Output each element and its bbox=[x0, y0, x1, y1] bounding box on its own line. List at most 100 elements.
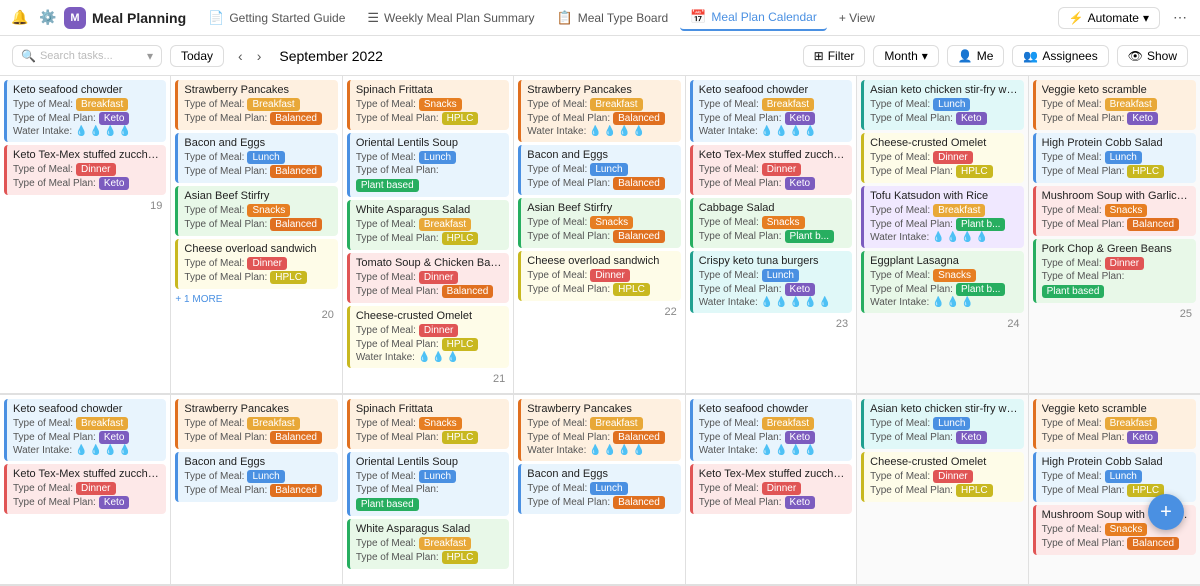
meal-title: Keto seafood chowder bbox=[13, 84, 160, 96]
tab-meal-plan-calendar[interactable]: 📅 Meal Plan Calendar bbox=[680, 5, 827, 31]
calendar-day-cell[interactable]: Strawberry Pancakes Type of Meal: Breakf… bbox=[514, 395, 685, 585]
meal-card[interactable]: Asian keto chicken stir-fry with bro. Ty… bbox=[861, 80, 1023, 130]
meal-card[interactable]: Cheese-crusted Omelet Type of Meal: Dinn… bbox=[861, 452, 1023, 502]
prev-arrow-button[interactable]: ‹ bbox=[232, 46, 249, 66]
meal-card[interactable]: White Asparagus Salad Type of Meal: Brea… bbox=[347, 519, 509, 569]
calendar-day-cell[interactable]: Keto seafood chowder Type of Meal: Break… bbox=[0, 76, 171, 394]
meal-card[interactable]: Cheese-crusted Omelet Type of Meal: Dinn… bbox=[861, 133, 1023, 183]
tab-weekly-summary[interactable]: ☰ Weekly Meal Plan Summary bbox=[357, 6, 544, 30]
meal-plan-badge: Balanced bbox=[270, 484, 322, 497]
meal-card[interactable]: Crispy keto tuna burgers Type of Meal: L… bbox=[690, 251, 852, 313]
meal-card[interactable]: Mushroom Soup with Garlic Bre. Type of M… bbox=[1033, 186, 1196, 236]
meal-card[interactable]: Oriental Lentils Soup Type of Meal: Lunc… bbox=[347, 452, 509, 516]
meal-plan-row: Type of Meal Plan: HPLC bbox=[1042, 165, 1190, 178]
show-button[interactable]: 👁 Show bbox=[1117, 45, 1188, 67]
meal-plan-row: Type of Meal Plan: HPLC bbox=[356, 112, 503, 125]
water-label: Water Intake: bbox=[699, 126, 758, 137]
meal-card[interactable]: Bacon and Eggs Type of Meal: Lunch Type … bbox=[518, 145, 680, 195]
plan-label: Type of Meal Plan: bbox=[356, 339, 439, 350]
automate-button[interactable]: ⚡ Automate ▾ bbox=[1058, 7, 1160, 29]
meal-card[interactable]: Pork Chop & Green Beans Type of Meal: Di… bbox=[1033, 239, 1196, 303]
meal-title: Asian Beef Stirfry bbox=[184, 190, 331, 202]
meal-card[interactable]: Bacon and Eggs Type of Meal: Lunch Type … bbox=[175, 133, 337, 183]
filter-button[interactable]: ⊞ Filter bbox=[803, 45, 866, 67]
calendar-day-cell[interactable]: Spinach Frittata Type of Meal: Snacks Ty… bbox=[343, 395, 514, 585]
meal-type-row: Type of Meal: Dinner bbox=[699, 482, 846, 495]
meal-card[interactable]: Keto Tex-Mex stuffed zucchini b. Type of… bbox=[4, 464, 166, 514]
calendar-day-cell[interactable]: Asian keto chicken stir-fry with t. Type… bbox=[857, 395, 1028, 585]
meal-card[interactable]: Asian keto chicken stir-fry with t. Type… bbox=[861, 399, 1023, 449]
me-button[interactable]: 👤 Me bbox=[947, 45, 1005, 67]
meal-card[interactable]: Tofu Katsudon with Rice Type of Meal: Br… bbox=[861, 186, 1023, 248]
meal-card[interactable]: Cheese overload sandwich Type of Meal: D… bbox=[518, 251, 680, 301]
search-box[interactable]: 🔍 Search tasks... ▾ bbox=[12, 45, 162, 67]
type-label: Type of Meal: bbox=[699, 99, 759, 110]
meal-card[interactable]: Spinach Frittata Type of Meal: Snacks Ty… bbox=[347, 399, 509, 449]
today-button[interactable]: Today bbox=[170, 45, 224, 67]
toolbar-right: ⊞ Filter Month ▾ 👤 Me 👥 Assignees 👁 Show bbox=[803, 45, 1188, 67]
meal-card[interactable]: Cheese overload sandwich Type of Meal: D… bbox=[175, 239, 337, 289]
meal-plan-badge: Balanced bbox=[613, 431, 665, 444]
meal-plan-badge: Keto bbox=[99, 112, 130, 125]
meal-card[interactable]: Strawberry Pancakes Type of Meal: Breakf… bbox=[175, 80, 337, 130]
calendar-day-cell[interactable]: Veggie keto scramble Type of Meal: Break… bbox=[1029, 395, 1200, 585]
water-label: Water Intake: bbox=[356, 352, 415, 363]
more-options-icon[interactable]: ⋯ bbox=[1168, 6, 1192, 30]
plan-label: Type of Meal Plan: bbox=[699, 178, 782, 189]
show-more-button[interactable]: + 1 MORE bbox=[175, 292, 337, 307]
water-drop-icon: 💧 bbox=[976, 232, 988, 243]
meal-card[interactable]: Cheese-crusted Omelet Type of Meal: Dinn… bbox=[347, 306, 509, 368]
meal-card[interactable]: Keto Tex-Mex stuffed zucchini boat Type … bbox=[4, 145, 166, 195]
calendar-day-cell[interactable]: Keto seafood chowder Type of Meal: Break… bbox=[686, 76, 857, 394]
meal-card[interactable]: Asian Beef Stirfry Type of Meal: Snacks … bbox=[175, 186, 337, 236]
water-intake: 💧💧💧💧 bbox=[75, 126, 131, 137]
calendar-day-cell[interactable]: Keto seafood chowder Type of Meal: Break… bbox=[686, 395, 857, 585]
settings-icon[interactable]: ⚙️ bbox=[36, 6, 60, 30]
calendar-day-cell[interactable]: Spinach Frittata Type of Meal: Snacks Ty… bbox=[343, 76, 514, 394]
meal-card[interactable]: Spinach Frittata Type of Meal: Snacks Ty… bbox=[347, 80, 509, 130]
meal-card[interactable]: Bacon and Eggs Type of Meal: Lunch Type … bbox=[518, 464, 680, 514]
meal-card[interactable]: Strawberry Pancakes Type of Meal: Breakf… bbox=[518, 80, 680, 142]
calendar-day-cell[interactable]: Strawberry Pancakes Type of Meal: Breakf… bbox=[171, 395, 342, 585]
calendar-day-cell[interactable]: Asian keto chicken stir-fry with bro. Ty… bbox=[857, 76, 1028, 394]
calendar-day-cell[interactable]: Keto seafood chowder Type of Meal: Break… bbox=[0, 395, 171, 585]
meal-plan-row: Type of Meal Plan: Balanced bbox=[527, 112, 674, 125]
meal-type-row: Type of Meal: Breakfast bbox=[356, 218, 503, 231]
calendar-day-cell[interactable]: Veggie keto scramble Type of Meal: Break… bbox=[1029, 76, 1200, 394]
meal-card[interactable]: Keto seafood chowder Type of Meal: Break… bbox=[4, 80, 166, 142]
meal-card[interactable]: High Protein Cobb Salad Type of Meal: Lu… bbox=[1033, 133, 1196, 183]
add-task-button[interactable]: + bbox=[1148, 494, 1184, 530]
calendar-day-cell[interactable]: Strawberry Pancakes Type of Meal: Breakf… bbox=[171, 76, 342, 394]
meal-card[interactable]: Asian Beef Stirfry Type of Meal: Snacks … bbox=[518, 198, 680, 248]
meal-card[interactable]: Eggplant Lasagna Type of Meal: Snacks Ty… bbox=[861, 251, 1023, 313]
meal-card[interactable]: Oriental Lentils Soup Type of Meal: Lunc… bbox=[347, 133, 509, 197]
meal-card[interactable]: Veggie keto scramble Type of Meal: Break… bbox=[1033, 399, 1196, 449]
meal-card[interactable]: Bacon and Eggs Type of Meal: Lunch Type … bbox=[175, 452, 337, 502]
meal-type-row: Type of Meal: Breakfast bbox=[699, 417, 846, 430]
meal-type-row: Type of Meal: Dinner bbox=[356, 271, 503, 284]
month-button[interactable]: Month ▾ bbox=[873, 45, 938, 67]
meal-card[interactable]: Keto seafood chowder Type of Meal: Break… bbox=[690, 399, 852, 461]
plan-label: Type of Meal Plan: bbox=[356, 113, 439, 124]
meal-card[interactable]: Keto Tex-Mex stuffed zucchini b. Type of… bbox=[690, 464, 852, 514]
meal-card[interactable]: Veggie keto scramble Type of Meal: Break… bbox=[1033, 80, 1196, 130]
assignees-button[interactable]: 👥 Assignees bbox=[1012, 45, 1108, 67]
meal-card[interactable]: Keto seafood chowder Type of Meal: Break… bbox=[4, 399, 166, 461]
meal-card[interactable]: Keto Tex-Mex stuffed zucchini b. Type of… bbox=[690, 145, 852, 195]
notification-icon[interactable]: 🔔 bbox=[8, 6, 32, 30]
calendar-day-cell[interactable]: Strawberry Pancakes Type of Meal: Breakf… bbox=[514, 76, 685, 394]
type-label: Type of Meal: bbox=[184, 418, 244, 429]
tab-add-view[interactable]: + View bbox=[829, 7, 885, 29]
meal-type-row: Type of Meal: Lunch bbox=[527, 482, 674, 495]
tab-meal-type-board[interactable]: 📋 Meal Type Board bbox=[547, 6, 679, 30]
meal-card[interactable]: Cabbage Salad Type of Meal: Snacks Type … bbox=[690, 198, 852, 248]
meal-type-badge: Breakfast bbox=[76, 417, 128, 430]
meal-card[interactable]: White Asparagus Salad Type of Meal: Brea… bbox=[347, 200, 509, 250]
meal-card[interactable]: Keto seafood chowder Type of Meal: Break… bbox=[690, 80, 852, 142]
meal-plan-badge: HPLC bbox=[442, 232, 479, 245]
tab-getting-started[interactable]: 📄 Getting Started Guide bbox=[198, 6, 355, 30]
meal-card[interactable]: Tomato Soup & Chicken Barbecue Type of M… bbox=[347, 253, 509, 303]
meal-card[interactable]: Strawberry Pancakes Type of Meal: Breakf… bbox=[175, 399, 337, 449]
next-arrow-button[interactable]: › bbox=[251, 46, 268, 66]
meal-card[interactable]: Strawberry Pancakes Type of Meal: Breakf… bbox=[518, 399, 680, 461]
